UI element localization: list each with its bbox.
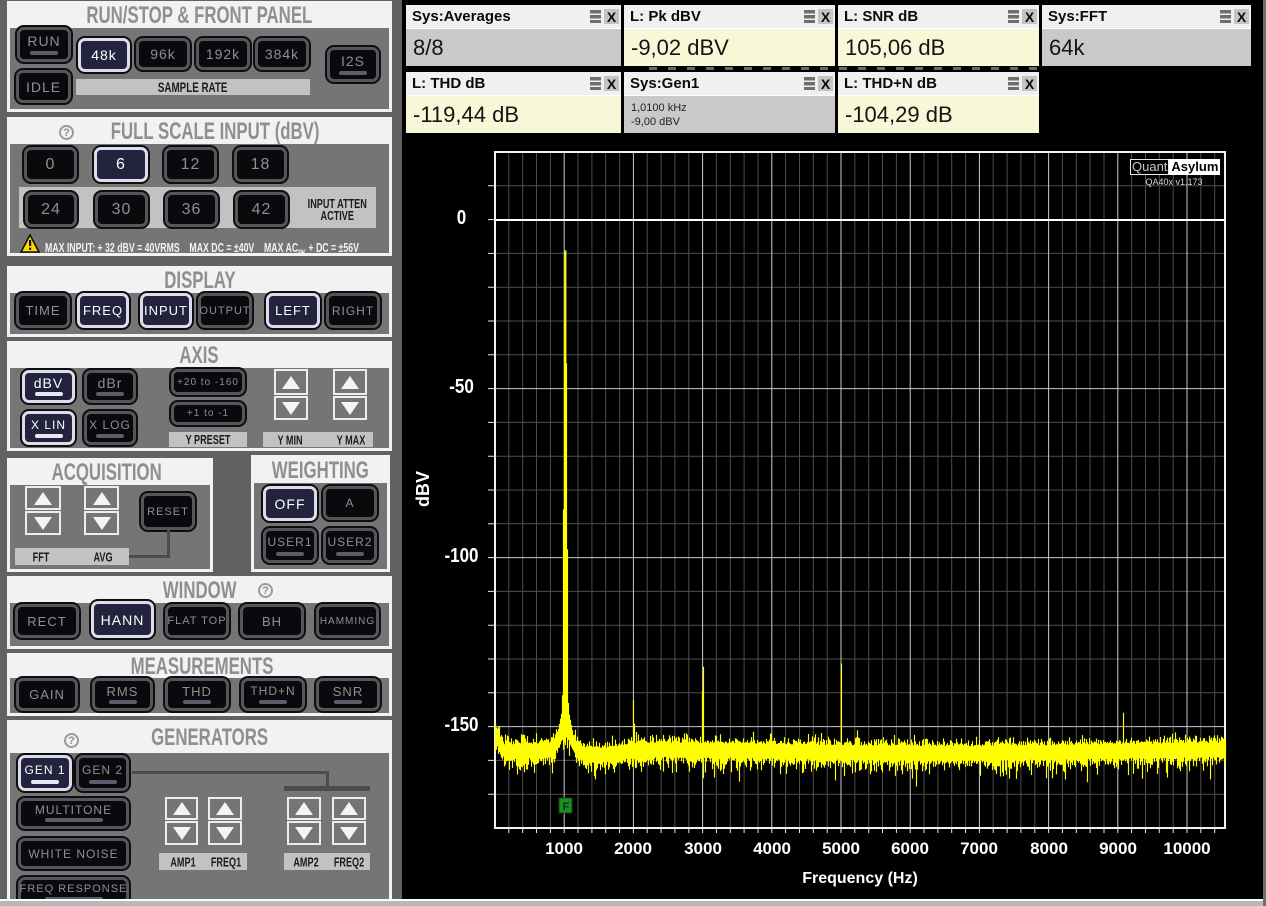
svg-text:9000: 9000 (1099, 839, 1137, 858)
svg-text:6000: 6000 (891, 839, 929, 858)
svg-text:Frequency (Hz): Frequency (Hz) (802, 870, 918, 887)
svg-text:3000: 3000 (684, 839, 722, 858)
svg-text:10000: 10000 (1163, 839, 1210, 858)
svg-text:-100: -100 (444, 544, 478, 567)
svg-text:1000: 1000 (545, 839, 583, 858)
svg-text:dBV: dBV (413, 471, 433, 507)
svg-text:0: 0 (457, 206, 466, 229)
svg-text:5000: 5000 (822, 839, 860, 858)
svg-text:-50: -50 (449, 375, 474, 398)
svg-text:8000: 8000 (1030, 839, 1068, 858)
svg-text:7000: 7000 (960, 839, 998, 858)
svg-text:F: F (563, 801, 570, 813)
svg-text:4000: 4000 (753, 839, 791, 858)
svg-text:-150: -150 (444, 713, 478, 736)
svg-text:2000: 2000 (614, 839, 652, 858)
